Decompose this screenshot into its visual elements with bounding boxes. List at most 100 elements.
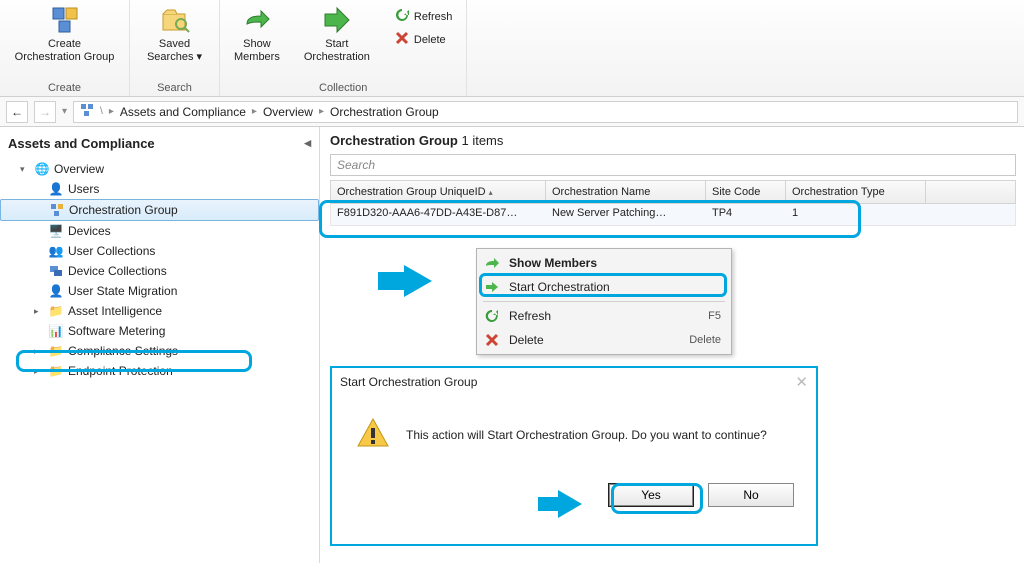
breadcrumb-current[interactable]: Orchestration Group (330, 105, 439, 119)
annotation-arrow (404, 265, 432, 297)
breadcrumb[interactable]: \▸ Assets and Compliance ▸ Overview ▸ Or… (73, 101, 1018, 123)
delete-button[interactable]: Delete (390, 29, 457, 50)
tree-node-endpoint-protection[interactable]: ▸📁Endpoint Protection (0, 361, 319, 381)
cell-name: New Server Patching… (546, 204, 706, 225)
start-orchestration-button[interactable]: Start Orchestration (300, 2, 374, 66)
tree-node-users[interactable]: 👤 Users (0, 179, 319, 199)
dialog-title: Start Orchestration Group (340, 375, 477, 389)
share-arrow-icon (241, 4, 273, 36)
cell-type: 1 (786, 204, 926, 225)
tree-label: Device Collections (68, 264, 167, 278)
tree-label: User Collections (68, 244, 155, 258)
cell-sitecode: TP4 (706, 204, 786, 225)
users-icon: 👥 (48, 243, 64, 259)
migration-icon: 👤 (48, 283, 64, 299)
metering-icon: 📊 (48, 323, 64, 339)
tree-node-user-collections[interactable]: 👥 User Collections (0, 241, 319, 261)
share-arrow-icon (483, 254, 501, 272)
saved-searches-label: Saved Searches ▾ (147, 38, 202, 64)
search-input[interactable]: Search (330, 154, 1016, 176)
orchestration-group-icon (49, 4, 81, 36)
grid-header: Orchestration Group UniqueID▴ Orchestrat… (330, 180, 1016, 204)
refresh-icon (394, 7, 410, 26)
refresh-icon (483, 307, 501, 325)
table-row[interactable]: F891D320-AAA6-47DD-A43E-D87… New Server … (330, 204, 1016, 226)
saved-searches-button[interactable]: Saved Searches ▾ (143, 2, 206, 66)
context-delete[interactable]: Delete Delete (479, 328, 729, 352)
tree-label: Devices (68, 224, 111, 238)
annotation-arrow (558, 490, 582, 518)
column-sitecode[interactable]: Site Code (706, 181, 786, 203)
navigation-bar: ← → ▾ \▸ Assets and Compliance ▸ Overvie… (0, 97, 1024, 127)
back-button[interactable]: ← (6, 101, 28, 123)
delete-icon (394, 30, 410, 49)
create-orchestration-group-button[interactable]: Create Orchestration Group (11, 2, 119, 66)
breadcrumb-overview[interactable]: Overview (263, 105, 313, 119)
user-icon: 👤 (48, 181, 64, 197)
tree-node-devices[interactable]: 🖥️ Devices (0, 221, 319, 241)
tree-label: Asset Intelligence (68, 304, 162, 318)
cell-uniqueid: F891D320-AAA6-47DD-A43E-D87… (331, 204, 546, 225)
start-orch-label: Start Orchestration (304, 38, 370, 64)
globe-icon: 🌐 (34, 161, 50, 177)
folder-icon: 📁 (48, 303, 64, 319)
tree-node-user-state-migration[interactable]: 👤 User State Migration (0, 281, 319, 301)
context-separator (483, 301, 725, 302)
tree-node-asset-intelligence[interactable]: ▸📁Asset Intelligence (0, 301, 319, 321)
context-label: Show Members (509, 256, 597, 270)
folder-icon: 📁 (48, 363, 64, 379)
collapse-tree-button[interactable]: ◂ (304, 135, 311, 151)
close-icon[interactable]: ✕ (795, 373, 808, 391)
delete-label: Delete (414, 34, 446, 46)
detail-title: Orchestration Group 1 items (322, 127, 1024, 154)
confirmation-dialog: Start Orchestration Group ✕ This action … (330, 366, 818, 546)
no-button[interactable]: No (708, 483, 794, 507)
device-icon: 🖥️ (48, 223, 64, 239)
create-button-label: Create Orchestration Group (15, 38, 115, 64)
context-shortcut: Delete (689, 334, 721, 346)
breadcrumb-assets[interactable]: Assets and Compliance (120, 105, 246, 119)
tree-node-orchestration-group[interactable]: Orchestration Group (0, 199, 319, 221)
tree-label: Users (68, 182, 99, 196)
navigation-tree: Assets and Compliance ◂ ▾🌐Overview 👤User… (0, 127, 320, 563)
context-shortcut: F5 (708, 310, 721, 322)
tree-node-overview[interactable]: ▾🌐Overview (0, 159, 319, 179)
refresh-button[interactable]: Refresh (390, 6, 457, 27)
show-members-button[interactable]: Show Members (230, 2, 284, 66)
tree-node-compliance-settings[interactable]: ▸📁Compliance Settings (0, 341, 319, 361)
show-members-label: Show Members (234, 38, 280, 64)
play-arrow-icon (321, 4, 353, 36)
tree-label: Software Metering (68, 324, 165, 338)
context-menu: Show Members Start Orchestration Refresh… (476, 248, 732, 355)
tree-label: Overview (54, 162, 104, 176)
orch-icon (49, 202, 65, 218)
warning-icon (356, 416, 390, 453)
tree-node-device-collections[interactable]: Device Collections (0, 261, 319, 281)
tree-label: Orchestration Group (69, 203, 178, 217)
delete-icon (483, 331, 501, 349)
column-uniqueid[interactable]: Orchestration Group UniqueID▴ (331, 181, 546, 203)
ribbon: Create Orchestration Group Create Saved … (0, 0, 1024, 97)
column-name[interactable]: Orchestration Name (546, 181, 706, 203)
tree-label: Compliance Settings (68, 344, 178, 358)
tree-label: User State Migration (68, 284, 177, 298)
ribbon-group-create: Create (48, 82, 81, 96)
tree-label: Endpoint Protection (68, 364, 173, 378)
context-refresh[interactable]: Refresh F5 (479, 304, 729, 328)
folder-icon: 📁 (48, 343, 64, 359)
yes-button[interactable]: Yes (608, 483, 694, 507)
column-type[interactable]: Orchestration Type (786, 181, 926, 203)
folder-search-icon (159, 4, 191, 36)
workspace-icon (80, 103, 94, 120)
ribbon-group-collection: Collection (319, 82, 367, 96)
forward-button[interactable]: → (34, 101, 56, 123)
context-label: Start Orchestration (509, 280, 610, 294)
play-arrow-icon (483, 278, 501, 296)
tree-node-software-metering[interactable]: 📊 Software Metering (0, 321, 319, 341)
context-label: Delete (509, 333, 544, 347)
tree-title: Assets and Compliance (8, 136, 155, 151)
dialog-message: This action will Start Orchestration Gro… (406, 428, 767, 442)
context-start-orchestration[interactable]: Start Orchestration (479, 275, 729, 299)
context-show-members[interactable]: Show Members (479, 251, 729, 275)
ribbon-group-search: Search (157, 82, 192, 96)
